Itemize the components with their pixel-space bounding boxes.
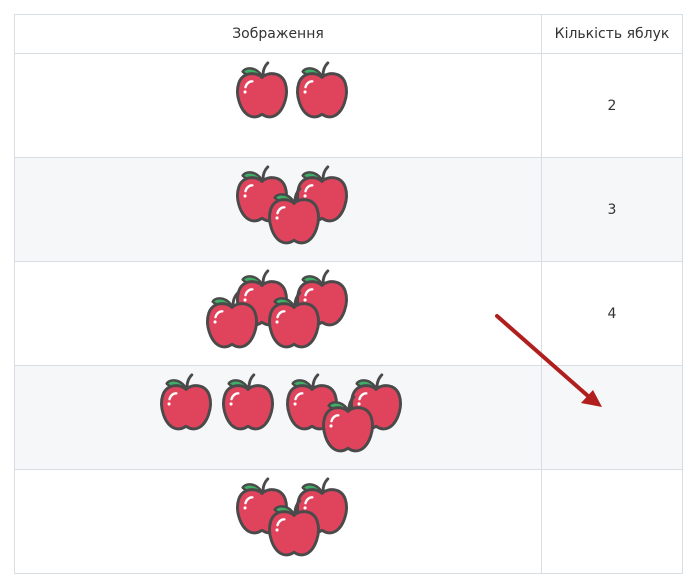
table-row: 4 <box>14 261 683 366</box>
apple-group-4 <box>15 366 542 469</box>
apple-group-5 <box>15 470 542 573</box>
apple-group-1 <box>15 54 542 157</box>
image-cell <box>14 469 542 574</box>
image-cell <box>14 53 542 158</box>
count-cell <box>541 365 683 470</box>
apples-table: Зображення Кількість яблук 2 3 4 <box>14 14 683 574</box>
apple-group <box>15 262 541 365</box>
header-apple-count: Кількість яблук <box>541 14 683 54</box>
table-row: 2 <box>14 53 683 158</box>
count-cell: 2 <box>541 53 683 158</box>
apple-icon <box>238 63 287 117</box>
table-row: 3 <box>14 157 683 262</box>
image-cell <box>14 365 542 470</box>
apple-group <box>15 54 541 157</box>
image-cell <box>14 261 542 366</box>
apple-group <box>15 470 541 573</box>
table-row <box>14 365 683 470</box>
apple-icon <box>298 63 347 117</box>
apple-group <box>15 366 541 469</box>
apple-group-3 <box>15 262 542 365</box>
table-row <box>14 469 683 574</box>
count-cell: 4 <box>541 261 683 366</box>
image-cell <box>14 157 542 262</box>
count-cell <box>541 469 683 574</box>
apple-icon <box>162 375 211 429</box>
apple-group-2 <box>15 158 542 261</box>
apple-group <box>15 158 541 261</box>
apples-table-wrapper: Зображення Кількість яблук 2 3 4 <box>14 14 683 574</box>
count-cell: 3 <box>541 157 683 262</box>
apple-icon <box>224 375 273 429</box>
header-image: Зображення <box>14 14 542 54</box>
table-header-row: Зображення Кількість яблук <box>14 14 683 54</box>
